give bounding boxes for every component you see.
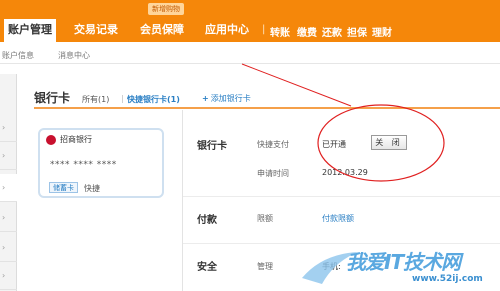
subnav-account-info[interactable]: 账户信息	[2, 50, 34, 61]
rail-item[interactable]: ›	[0, 204, 17, 232]
page-title: 银行卡	[34, 91, 71, 105]
section-title-bank-card: 银行卡	[197, 141, 227, 152]
bank-logo-icon	[46, 135, 56, 145]
chevron-right-icon: ›	[2, 123, 6, 132]
chevron-right-icon: ›	[2, 243, 6, 252]
heading-divider	[34, 107, 500, 109]
section-title-payment: 付款	[197, 215, 217, 226]
filter-separator: |	[121, 94, 124, 103]
manage-label: 管理	[257, 262, 273, 271]
quick-link-finance[interactable]: 理财	[372, 24, 392, 39]
watermark: 我爱IT技术网 www.52ij.com	[300, 244, 500, 291]
tab-account-management[interactable]: 账户管理	[4, 19, 56, 42]
rail-item[interactable]: ›	[0, 114, 17, 142]
top-nav: 账户管理 交易记录 会员保障 应用中心 新增购物 | 转账 缴费 还款 担保 理…	[0, 0, 500, 42]
add-card-link[interactable]: + 添加银行卡	[202, 93, 251, 104]
subnav-message-center[interactable]: 消息中心	[58, 50, 90, 61]
quick-pay-label: 快捷支付	[257, 140, 289, 149]
rail-item[interactable]: ›	[0, 234, 17, 262]
sub-nav: 账户信息 消息中心	[0, 42, 500, 64]
tab-member-protection[interactable]: 会员保障	[140, 17, 184, 42]
rail-item[interactable]: ›	[0, 262, 17, 290]
add-card-label: 添加银行卡	[210, 94, 251, 103]
nav-separator: |	[262, 24, 266, 35]
card-quick-label: 快捷	[84, 184, 100, 193]
row-divider	[183, 196, 500, 197]
quick-link-guarantee[interactable]: 担保	[347, 24, 367, 39]
filter-all[interactable]: 所有(1)	[82, 94, 109, 105]
limit-label: 限额	[257, 214, 273, 223]
close-quick-pay-button[interactable]: 关 闭	[371, 135, 407, 150]
bank-name: 招商银行	[60, 135, 92, 144]
app-root: 账户管理 交易记录 会员保障 应用中心 新增购物 | 转账 缴费 还款 担保 理…	[0, 0, 500, 291]
left-rail: › › › › › ›	[0, 74, 17, 291]
filter-quick-cards[interactable]: 快捷银行卡(1)	[127, 94, 180, 105]
section-title-security: 安全	[197, 262, 217, 273]
tab-app-center[interactable]: 应用中心	[205, 17, 249, 42]
annotation-arrow-line	[241, 63, 352, 107]
card-type-tag: 储蓄卡	[49, 182, 78, 193]
quick-link-repayment[interactable]: 还款	[322, 24, 342, 39]
apply-time-label: 申请时间	[257, 169, 289, 178]
quick-link-transfer[interactable]: 转账	[270, 24, 290, 39]
watermark-url: www.52ij.com	[412, 274, 483, 284]
quick-link-payment[interactable]: 缴费	[297, 24, 317, 39]
card-number: **** **** ****	[50, 160, 117, 170]
payment-limit-link[interactable]: 付款限额	[322, 213, 354, 224]
rail-item-active[interactable]: ›	[0, 174, 17, 202]
bank-card[interactable]: 招商银行 **** **** **** 储蓄卡 快捷	[38, 128, 164, 198]
watermark-main: 我爱IT技术网	[346, 250, 461, 274]
new-badge: 新增购物	[148, 3, 184, 15]
tab-transaction-records[interactable]: 交易记录	[74, 17, 118, 42]
plus-icon: +	[202, 94, 209, 103]
chevron-right-icon: ›	[2, 271, 6, 280]
chevron-right-icon: ›	[2, 151, 6, 160]
apply-time-value: 2012.03.29	[322, 168, 368, 177]
chevron-right-icon: ›	[2, 183, 6, 192]
quick-pay-status: 已开通	[322, 140, 346, 149]
column-divider	[182, 110, 183, 291]
rail-item[interactable]: ›	[0, 142, 17, 170]
chevron-right-icon: ›	[2, 213, 6, 222]
